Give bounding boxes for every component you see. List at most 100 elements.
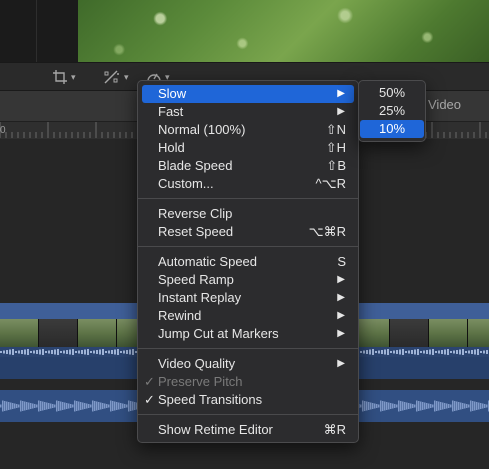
waveform-bar — [360, 404, 362, 408]
waveform-bar — [134, 402, 136, 410]
waveform-bar — [429, 349, 431, 355]
waveform-bar — [476, 402, 478, 410]
waveform-bar — [456, 350, 458, 354]
transform-button[interactable]: ▾ — [103, 67, 129, 87]
waveform-bar — [387, 349, 389, 355]
menu-item-automatic-speed[interactable]: Automatic Speed S — [142, 253, 354, 271]
waveform-bar — [386, 402, 388, 410]
waveform-bar — [114, 401, 116, 411]
menu-item-jump-cut-at-markers[interactable]: Jump Cut at Markers ▶ — [142, 325, 354, 343]
waveform-bar — [84, 349, 86, 355]
waveform-bar — [423, 350, 425, 354]
waveform-bar — [438, 350, 440, 354]
filmstrip-frame — [39, 319, 78, 347]
waveform-bar — [444, 403, 446, 409]
menu-item-slow[interactable]: Slow ▶ — [142, 85, 354, 103]
slow-speed-submenu: 50% 25% 10% — [358, 80, 426, 142]
menu-item-speed-ramp[interactable]: Speed Ramp ▶ — [142, 271, 354, 289]
waveform-bar — [82, 402, 84, 410]
waveform-bar — [36, 404, 38, 408]
submenu-item-label: 10% — [379, 121, 406, 136]
waveform-bar — [102, 349, 104, 355]
waveform-bar — [26, 402, 28, 410]
chevron-down-icon: ▾ — [71, 71, 76, 82]
waveform-bar — [12, 403, 14, 409]
waveform-bar — [106, 404, 108, 408]
waveform-bar — [70, 404, 72, 408]
submenu-item-50-percent[interactable]: 50% — [360, 84, 424, 102]
menu-item-blade-speed[interactable]: Blade Speed ⇧B — [142, 157, 354, 175]
waveform-bar — [60, 401, 62, 411]
menu-item-speed-transitions[interactable]: ✓ Speed Transitions — [142, 391, 354, 409]
waveform-bar — [430, 404, 432, 408]
chevron-down-icon: ▾ — [124, 71, 129, 82]
menu-item-fast[interactable]: Fast ▶ — [142, 103, 354, 121]
waveform-bar — [16, 404, 18, 408]
waveform-bar — [74, 400, 76, 412]
waveform-bar — [123, 350, 125, 354]
waveform-bar — [18, 404, 20, 408]
waveform-bar — [92, 400, 94, 412]
waveform-bar — [374, 403, 376, 409]
waveform-bar — [98, 402, 100, 410]
waveform-bar — [426, 350, 428, 354]
waveform-bar — [62, 402, 64, 410]
waveform-bar — [390, 403, 392, 409]
waveform-bar — [60, 351, 62, 353]
waveform-bar — [400, 401, 402, 411]
waveform-bar — [454, 401, 456, 411]
menu-item-label: Show Retime Editor — [158, 422, 273, 437]
submenu-item-10-percent[interactable]: 10% — [360, 120, 424, 138]
waveform-bar — [474, 349, 476, 355]
waveform-bar — [42, 349, 44, 355]
menu-item-instant-replay[interactable]: Instant Replay ▶ — [142, 289, 354, 307]
waveform-bar — [368, 402, 370, 410]
menu-item-label: Reset Speed — [158, 224, 234, 239]
menu-item-normal-100[interactable]: Normal (100%) ⇧N — [142, 121, 354, 139]
waveform-bar — [408, 403, 410, 409]
waveform-bar — [93, 350, 95, 354]
waveform-bar — [410, 403, 412, 409]
waveform-bar — [2, 400, 4, 412]
menu-item-show-retime-editor[interactable]: Show Retime Editor ⌘R — [142, 421, 354, 439]
waveform-bar — [408, 350, 410, 354]
waveform-bar — [44, 402, 46, 410]
menu-item-custom[interactable]: Custom... ^⌥R — [142, 175, 354, 193]
menu-item-label: Fast — [158, 104, 184, 119]
submenu-item-25-percent[interactable]: 25% — [360, 102, 424, 120]
menu-item-label: Reverse Clip — [158, 206, 233, 221]
waveform-bar — [362, 400, 364, 412]
waveform-bar — [27, 349, 29, 355]
waveform-bar — [390, 351, 392, 353]
menu-item-label: Custom... — [158, 176, 214, 191]
waveform-bar — [372, 349, 374, 355]
waveform-bar — [464, 403, 466, 409]
waveform-bar — [24, 349, 26, 355]
menu-item-reverse-clip[interactable]: Reverse Clip — [142, 205, 354, 223]
waveform-bar — [88, 404, 90, 408]
filmstrip-frame — [0, 319, 39, 347]
waveform-bar — [24, 401, 26, 411]
waveform-bar — [45, 351, 47, 353]
video-tab-label[interactable]: Video — [428, 97, 461, 112]
menu-item-video-quality[interactable]: Video Quality ▶ — [142, 355, 354, 373]
waveform-bar — [81, 350, 83, 354]
waveform-bar — [28, 402, 30, 410]
menu-separator — [138, 246, 358, 247]
waveform-bar — [12, 349, 14, 355]
waveform-bar — [468, 350, 470, 354]
menu-item-rewind[interactable]: Rewind ▶ — [142, 307, 354, 325]
ruler-timecode: 0 — [0, 125, 6, 136]
waveform-bar — [90, 351, 92, 353]
waveform-bar — [369, 349, 371, 355]
waveform-bar — [57, 349, 59, 355]
menu-item-reset-speed[interactable]: Reset Speed ⌥⌘R — [142, 223, 354, 241]
menu-item-hold[interactable]: Hold ⇧H — [142, 139, 354, 157]
waveform-bar — [370, 402, 372, 410]
waveform-bar — [399, 349, 401, 355]
filmstrip-frame — [390, 319, 429, 347]
waveform-bar — [472, 401, 474, 411]
crop-button[interactable]: ▾ — [52, 67, 76, 87]
waveform-bar — [114, 349, 116, 355]
waveform-bar — [398, 400, 400, 412]
